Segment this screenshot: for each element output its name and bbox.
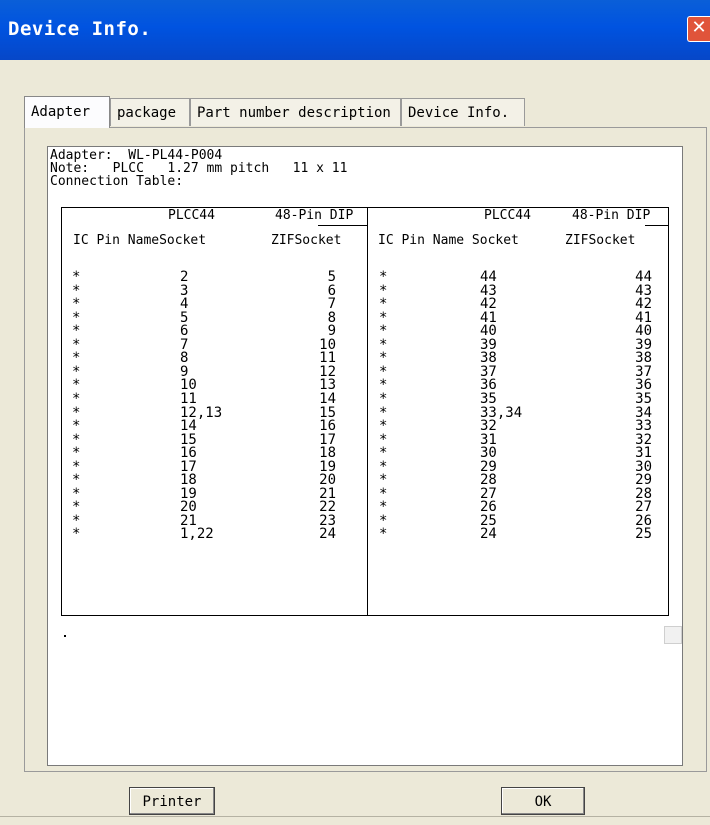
right-socket-value: 24	[480, 526, 497, 543]
tab-device-info[interactable]: Device Info.	[401, 98, 525, 126]
device-info-window: Device Info. ✕ Adapter package Part numb…	[0, 0, 710, 825]
left-header-dip: 48-Pin DIP	[275, 208, 354, 223]
tab-part-number-description[interactable]: Part number description	[190, 98, 401, 126]
adapter-info: Adapter: WL-PL44-P004 Note: PLCC 1.27 mm …	[50, 149, 347, 188]
right-pin-star: *	[379, 526, 388, 543]
left-zif-value: 24	[319, 526, 336, 543]
right-header-zif: ZIFSocket	[565, 233, 636, 248]
header-rule	[318, 225, 368, 226]
header-rule	[645, 225, 669, 226]
printer-button[interactable]: Printer	[129, 787, 215, 815]
left-pin-star: *	[72, 526, 81, 543]
left-header-icpin: IC Pin NameSocket	[73, 233, 207, 248]
close-button[interactable]: ✕	[687, 16, 710, 42]
left-header-zif: ZIFSocket	[271, 233, 342, 248]
tab-package[interactable]: package	[110, 98, 190, 126]
scrollbar-thumb[interactable]	[664, 626, 682, 644]
adapter-content: Adapter: WL-PL44-P004 Note: PLCC 1.27 mm …	[47, 146, 683, 766]
ok-button[interactable]: OK	[501, 787, 585, 815]
close-icon: ✕	[691, 17, 707, 38]
stray-dot	[64, 635, 66, 637]
connection-table-label: Connection Table:	[50, 174, 184, 189]
right-header-icpin: IC Pin Name Socket	[378, 233, 519, 248]
connection-table: PLCC44 48-Pin DIP IC Pin NameSocket ZIFS…	[61, 207, 669, 616]
bottom-edge	[0, 816, 710, 817]
left-header-plcc: PLCC44	[168, 208, 215, 223]
right-header-plcc: PLCC44	[484, 208, 531, 223]
left-socket-value: 1,22	[180, 526, 214, 543]
title-bar[interactable]: Device Info. ✕	[0, 0, 710, 60]
tab-adapter[interactable]: Adapter	[24, 96, 110, 128]
right-header-dip: 48-Pin DIP	[572, 208, 651, 223]
right-zif-value: 25	[635, 526, 652, 543]
table-divider	[367, 208, 368, 615]
window-title: Device Info.	[8, 18, 152, 40]
